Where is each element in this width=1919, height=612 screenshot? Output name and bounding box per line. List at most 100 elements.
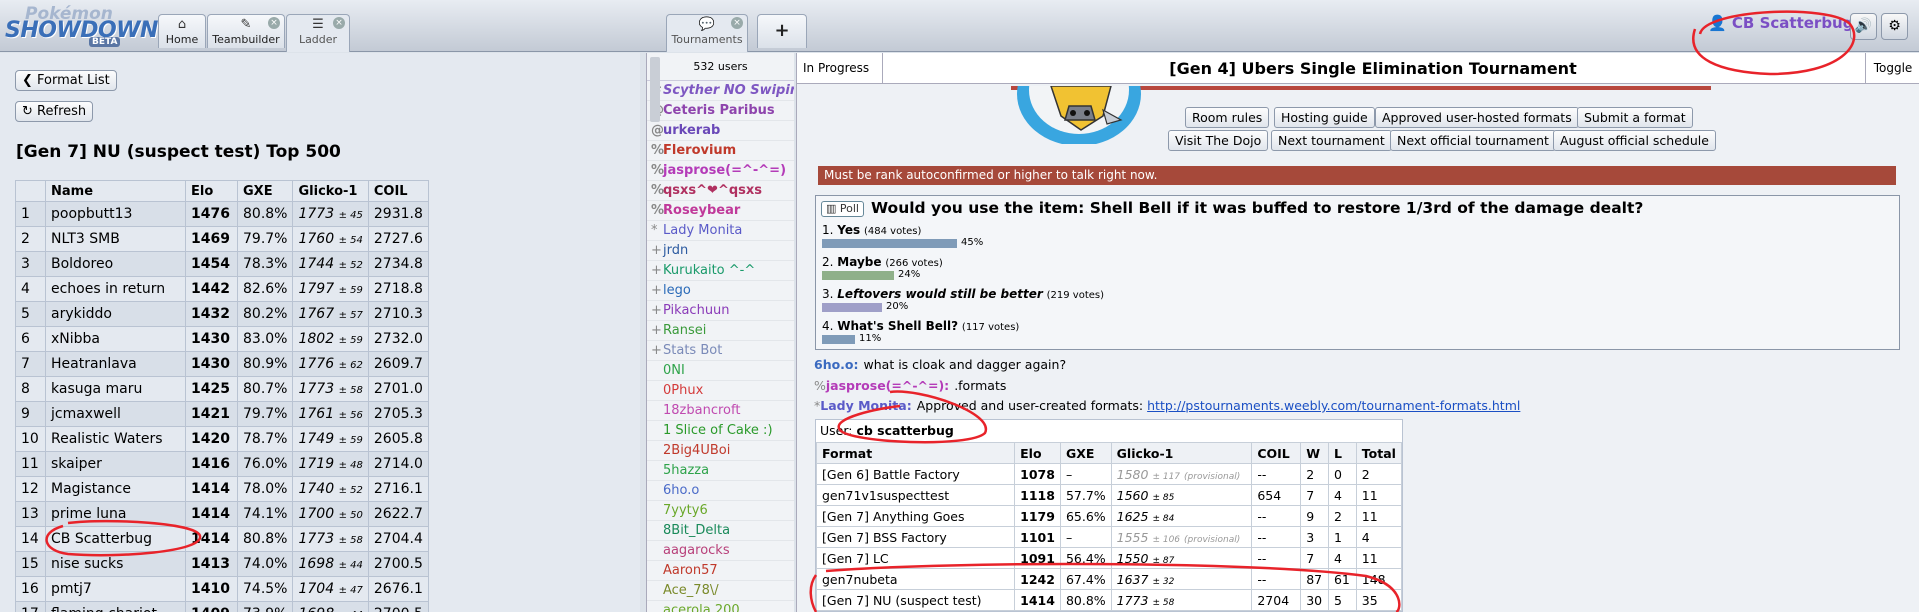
chat-username[interactable]: jasprose(=^-^=):: [826, 378, 949, 393]
userlist-item[interactable]: + lego: [647, 281, 794, 301]
user-menu-button[interactable]: 👤 CB Scatterbug: [1708, 14, 1853, 38]
chat-username[interactable]: 6ho.o:: [814, 357, 859, 372]
userlist-item[interactable]: 8Bit_Delta: [647, 521, 794, 541]
ladder-row[interactable]: 13 prime luna 1414 74.1% 1700 ± 50 2622.7: [15, 501, 429, 527]
ladder-player-name[interactable]: NLT3 SMB: [45, 226, 186, 252]
ladder-row[interactable]: 14 CB Scatterbug 1414 80.8% 1773 ± 58 2704.4: [15, 526, 429, 552]
userlist-item[interactable]: 0NI: [647, 361, 794, 381]
rank-glicko: 1550 ± 87: [1110, 547, 1253, 569]
userlist-item[interactable]: 5hazza: [647, 461, 794, 481]
userlist-item[interactable]: 1 Slice of Cake :): [647, 421, 794, 441]
ladder-row[interactable]: 7 Heatranlava 1430 80.9% 1776 ± 62 2609.7: [15, 351, 429, 377]
chat-link[interactable]: http://pstournaments.weebly.com/tourname…: [1147, 398, 1520, 413]
new-tab-button[interactable]: +: [757, 14, 807, 48]
userlist-item[interactable]: #Scyther NO Swiping: [647, 81, 794, 101]
pokemon-showdown-logo[interactable]: Pokémon SHOWDOWN BETA: [3, 3, 158, 48]
ladder-player-name[interactable]: prime luna: [45, 501, 186, 527]
ladder-player-name[interactable]: skaiper: [45, 451, 186, 477]
userlist-item[interactable]: % jasprose(=^-^=): [647, 161, 794, 181]
userlist-item[interactable]: % qsxs^❤^qsxs: [647, 181, 794, 201]
userlist-item[interactable]: 18zbancroft: [647, 401, 794, 421]
ladder-player-name[interactable]: Realistic Waters: [45, 426, 186, 452]
userlist-item[interactable]: 6ho.o: [647, 481, 794, 501]
userlist-item[interactable]: + Stats Bot: [647, 341, 794, 361]
ladder-player-name[interactable]: flaming chariot: [45, 601, 186, 612]
chat-username[interactable]: Lady Monita:: [820, 398, 911, 413]
ladder-row[interactable]: 10 Realistic Waters 1420 78.7% 1749 ± 59 2605…: [15, 426, 429, 452]
userlist-item[interactable]: % Flerovium: [647, 141, 794, 161]
room-intro-button[interactable]: Approved user-hosted formats: [1375, 107, 1579, 128]
userlist-item[interactable]: + Pikachuun: [647, 301, 794, 321]
tournament-title: [Gen 4] Ubers Single Elimination Tournam…: [1169, 59, 1577, 78]
user-name: jrdn: [663, 243, 689, 258]
ladder-player-name[interactable]: echoes in return: [45, 276, 186, 302]
ladder-player-name[interactable]: poopbutt13: [45, 201, 186, 227]
ladder-row[interactable]: 5 arykiddo 1432 80.2% 1767 ± 57 2710.3: [15, 301, 429, 327]
userlist-item[interactable]: 0Phux: [647, 381, 794, 401]
room-intro-button[interactable]: Submit a format: [1577, 107, 1693, 128]
ladder-row[interactable]: 15 nise sucks 1413 74.0% 1698 ± 44 2700.5: [15, 551, 429, 577]
ladder-player-name[interactable]: Boldoreo: [45, 251, 186, 277]
room-intro-button[interactable]: Next official tournament: [1390, 130, 1556, 151]
userlist-item[interactable]: aagarocks: [647, 541, 794, 561]
userlist-item[interactable]: Aaron57: [647, 561, 794, 581]
userlist-item[interactable]: + Ransei: [647, 321, 794, 341]
userlist-item[interactable]: + jrdn: [647, 241, 794, 261]
userlist-item[interactable]: 7yyty6: [647, 501, 794, 521]
toggle-button[interactable]: Toggle: [1865, 53, 1919, 84]
ladder-row[interactable]: 9 jcmaxwell 1421 79.7% 1761 ± 56 2705.3: [15, 401, 429, 427]
ladder-player-name[interactable]: pmtj7: [45, 576, 186, 602]
close-icon[interactable]: ×: [333, 17, 345, 29]
poll-option[interactable]: 2. Maybe (266 votes): [822, 255, 943, 269]
ladder-player-name[interactable]: Magistance: [45, 476, 186, 502]
ladder-row[interactable]: 6 xNibba 1430 83.0% 1802 ± 59 2732.0: [15, 326, 429, 352]
ladder-player-name[interactable]: CB Scatterbug: [45, 526, 186, 552]
userlist-item[interactable]: % Roseybear: [647, 201, 794, 221]
ladder-row[interactable]: 12 Magistance 1414 78.0% 1740 ± 52 2716.1: [15, 476, 429, 502]
room-intro-button[interactable]: August official schedule: [1553, 130, 1716, 151]
ladder-player-name[interactable]: kasuga maru: [45, 376, 186, 402]
room-intro-button[interactable]: Room rules: [1185, 107, 1270, 128]
ladder-row[interactable]: 17flaming chariot140973.9%1698 ± 442700.…: [15, 601, 429, 612]
tab-home[interactable]: ⌂ Home: [158, 14, 206, 48]
ladder-player-name[interactable]: arykiddo: [45, 301, 186, 327]
room-intro-button[interactable]: Hosting guide: [1274, 107, 1375, 128]
userlist-item[interactable]: + Kurukaito ^-^: [647, 261, 794, 281]
poll-option[interactable]: 3. Leftovers would still be better (219 …: [822, 287, 1104, 301]
userlist-item[interactable]: * Lady Monita: [647, 221, 794, 241]
tab-teambuilder[interactable]: ✎ Teambuilder ×: [207, 14, 285, 48]
close-icon[interactable]: ×: [731, 17, 743, 29]
rank-glicko-value: 1773: [1116, 592, 1149, 608]
ladder-player-name[interactable]: Heatranlava: [45, 351, 186, 377]
close-icon[interactable]: ×: [268, 17, 280, 29]
tab-tournaments[interactable]: 💬 Tournaments ×: [666, 14, 748, 52]
ladder-row[interactable]: 4 echoes in return 1442 82.6% 1797 ± 59 2718.…: [15, 276, 429, 302]
poll-option[interactable]: 4. What's Shell Bell? (117 votes): [822, 319, 1019, 333]
userlist-item[interactable]: 2Big4UBoi: [647, 441, 794, 461]
userlist-item[interactable]: @ urkerab: [647, 121, 794, 141]
ladder-row[interactable]: 11 skaiper 1416 76.0% 1719 ± 48 2714.0: [15, 451, 429, 477]
refresh-button[interactable]: ↻ Refresh: [15, 101, 94, 122]
userlist-scrollbar[interactable]: [650, 57, 660, 122]
ladder-player-name[interactable]: nise sucks: [45, 551, 186, 577]
poll-option[interactable]: 1. Yes (484 votes): [822, 223, 921, 237]
ladder-row[interactable]: 16 pmtj7 1410 74.5% 1704 ± 47 2676.1: [15, 576, 429, 602]
ladder-row[interactable]: 3 Boldoreo 1454 78.3% 1744 ± 52 2734.8: [15, 251, 429, 277]
settings-button[interactable]: ⚙: [1881, 13, 1908, 40]
in-progress-label[interactable]: In Progress: [797, 53, 883, 84]
userlist-item[interactable]: acerola 200: [647, 601, 794, 612]
ladder-panel: ❮ Format List ↻ Refresh [Gen 7] NU (susp…: [0, 53, 640, 612]
sound-button[interactable]: 🔊: [1850, 13, 1877, 40]
ladder-row[interactable]: 8 kasuga maru 1425 80.7% 1773 ± 58 2701.0: [15, 376, 429, 402]
poll-option-label: What's Shell Bell?: [837, 319, 959, 333]
format-list-button[interactable]: ❮ Format List: [15, 70, 117, 91]
room-intro-button[interactable]: Visit The Dojo: [1168, 130, 1269, 151]
userlist-item[interactable]: Ace_78\/: [647, 581, 794, 601]
room-intro-button[interactable]: Next tournament: [1271, 130, 1392, 151]
ladder-player-name[interactable]: xNibba: [45, 326, 186, 352]
userlist-item[interactable]: @Ceteris Paribus: [647, 101, 794, 121]
ladder-row[interactable]: 2 NLT3 SMB 1469 79.7% 1760 ± 54 2727.6: [15, 226, 429, 252]
ladder-row[interactable]: 1 poopbutt13 1476 80.8% 1773 ± 45 2931.8: [15, 201, 429, 227]
tab-ladder[interactable]: ☰ Ladder ×: [286, 14, 350, 52]
ladder-player-name[interactable]: jcmaxwell: [45, 401, 186, 427]
